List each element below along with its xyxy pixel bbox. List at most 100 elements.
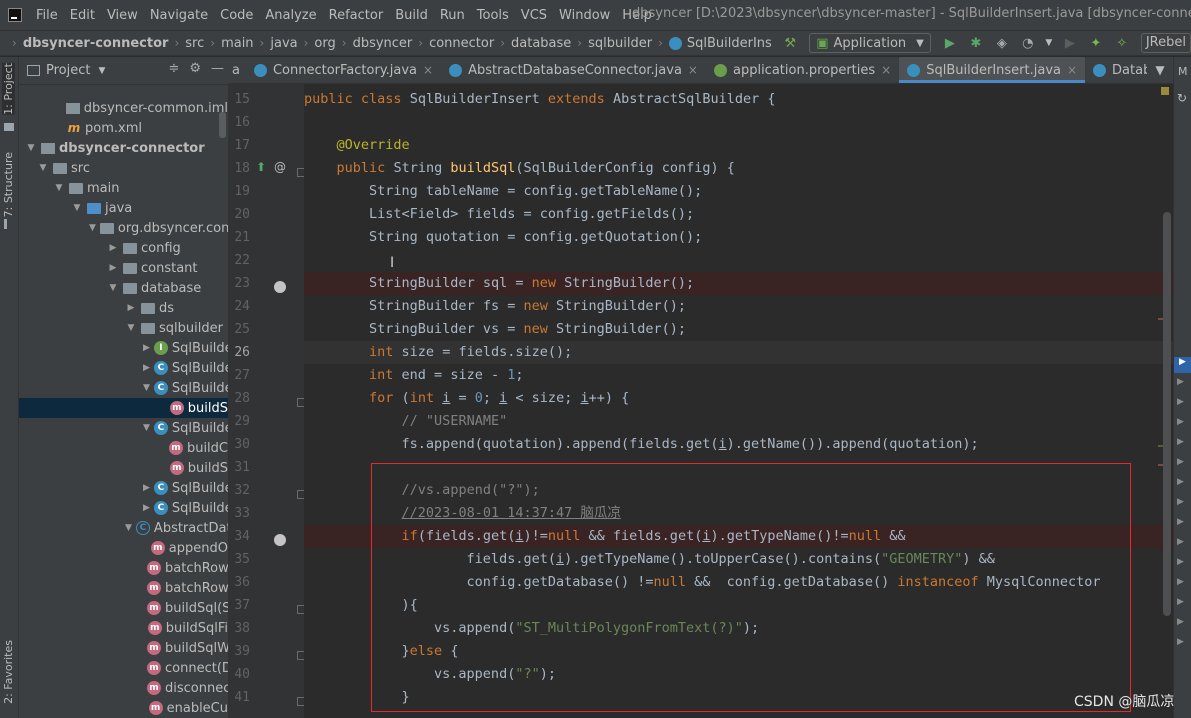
menu-code[interactable]: Code xyxy=(214,8,259,23)
menu-tools[interactable]: Tools xyxy=(471,8,515,23)
project-tree-row[interactable]: ▶ C SqlBuilde xyxy=(19,358,228,378)
project-tool-tab[interactable]: 1: Project xyxy=(2,63,15,115)
menu-file[interactable]: File xyxy=(30,8,64,23)
expand-right-icon[interactable]: ▶ xyxy=(143,503,150,513)
stripe-arrow-icon[interactable]: ▶ xyxy=(1177,537,1184,547)
editor-scrollbar[interactable] xyxy=(1163,212,1171,616)
project-tree-row[interactable]: dbsyncer-common.iml xyxy=(19,98,228,118)
close-icon[interactable]: × xyxy=(423,63,433,77)
breadcrumb-database[interactable]: database xyxy=(511,36,571,51)
refresh-icon[interactable]: ↻ xyxy=(1177,91,1187,105)
project-tree-row[interactable]: ▼ src xyxy=(19,158,228,178)
expand-down-icon[interactable]: ▼ xyxy=(143,383,150,393)
project-tree-row[interactable]: ▼ dbsyncer-connector xyxy=(19,138,228,158)
project-tree-row[interactable]: m enableCu xyxy=(19,698,228,718)
override-marker-icon[interactable]: ⬆ xyxy=(256,160,266,174)
menu-build[interactable]: Build xyxy=(389,8,434,23)
run-icon[interactable]: ▶ xyxy=(939,33,961,53)
breakpoint-icon[interactable] xyxy=(274,534,286,546)
gear-icon[interactable]: ⚙ xyxy=(189,61,201,76)
close-icon[interactable]: × xyxy=(1067,63,1077,77)
project-tree-row[interactable]: ▶ config xyxy=(19,238,228,258)
editor-tab[interactable]: ConnectorFactory.java × xyxy=(246,57,441,83)
jrebel-run-icon[interactable]: ✦ xyxy=(1085,33,1107,53)
hide-icon[interactable]: — xyxy=(211,61,224,76)
breadcrumb-module[interactable]: dbsyncer-connector xyxy=(23,36,169,51)
collapse-all-icon[interactable]: ≑ xyxy=(168,61,179,76)
expand-down-icon[interactable]: ▼ xyxy=(125,323,137,333)
coverage-icon[interactable]: ◈ xyxy=(991,33,1013,53)
chevron-down-icon[interactable]: ▼ xyxy=(1043,33,1055,53)
breadcrumb-main[interactable]: main xyxy=(221,36,253,51)
expand-down-icon[interactable]: ▼ xyxy=(143,423,150,433)
structure-tool-tab[interactable]: 7: Structure xyxy=(2,152,15,217)
build-hammer-icon[interactable]: ⚒ xyxy=(779,33,801,53)
m-icon[interactable]: M xyxy=(1178,65,1188,78)
favorites-tool-tab[interactable]: 2: Favorites xyxy=(2,640,15,704)
project-tree-row[interactable]: ▼ main xyxy=(19,178,228,198)
expand-right-icon[interactable]: ▶ xyxy=(143,363,150,373)
project-tree-row[interactable]: ▼ sqlbuilder xyxy=(19,318,228,338)
breadcrumb-org[interactable]: org xyxy=(314,36,335,51)
stripe-arrow-icon[interactable]: ▶ xyxy=(1177,577,1184,587)
editor-tab[interactable]: AbstractDatabaseConnector.java × xyxy=(441,57,706,83)
project-tree-row[interactable]: m pom.xml xyxy=(19,118,228,138)
menu-refactor[interactable]: Refactor xyxy=(323,8,390,23)
project-tree-row[interactable]: ▶ ds xyxy=(19,298,228,318)
project-tree-row[interactable]: m buildSql(S xyxy=(19,598,228,618)
project-tree-row[interactable]: ▶ I SqlBuilde xyxy=(19,338,228,358)
chevron-down-icon[interactable]: ▼ xyxy=(98,66,105,76)
stripe-arrow-icon[interactable]: ▶ xyxy=(1177,557,1184,567)
stripe-arrow-icon[interactable]: ▶ xyxy=(1177,437,1184,447)
expand-right-icon[interactable]: ▶ xyxy=(143,483,150,493)
expand-down-icon[interactable]: ▼ xyxy=(107,283,119,293)
project-tree-row[interactable]: ▼CAbstractData xyxy=(19,518,228,538)
editor-tab[interactable]: a xyxy=(228,57,246,83)
stripe-arrow-icon[interactable]: ▶ xyxy=(1177,637,1184,647)
expand-right-icon[interactable]: ▶ xyxy=(107,243,119,253)
project-tree-row[interactable]: m buildSqlW xyxy=(19,638,228,658)
project-tree-row[interactable]: m appendO xyxy=(19,538,228,558)
project-tree-row[interactable]: ▶ C SqlBuilde xyxy=(19,498,228,518)
expand-down-icon[interactable]: ▼ xyxy=(89,223,96,233)
project-tree-row[interactable]: ▶ C SqlBuilde xyxy=(19,478,228,498)
breadcrumb-src[interactable]: src xyxy=(185,36,204,51)
stripe-arrow-icon[interactable]: ▶ xyxy=(1177,617,1184,627)
editor-gutter[interactable]: 15 16 17 18 19 20 21 22 23 24 25 26 27 28 29 30 31 32 33 34… xyxy=(228,84,306,718)
project-view-title[interactable]: Project xyxy=(46,63,90,78)
project-tree-row[interactable]: m batchRow xyxy=(19,558,228,578)
stripe-arrow-icon[interactable]: ▶ xyxy=(1177,597,1184,607)
annotation-marker-icon[interactable]: @ xyxy=(274,160,286,174)
menu-run[interactable]: Run xyxy=(434,8,471,23)
close-icon[interactable]: × xyxy=(881,63,891,77)
project-tree-row[interactable]: ▼ C SqlBuilde xyxy=(19,378,228,398)
stripe-arrow-icon[interactable]: ▶ xyxy=(1177,417,1184,427)
stripe-arrow-icon[interactable]: ▶ xyxy=(1177,517,1184,527)
stripe-arrow-icon[interactable]: ▶ xyxy=(1177,397,1184,407)
expand-right-icon[interactable]: ▶ xyxy=(143,343,150,353)
stripe-arrow-icon[interactable]: ▶ xyxy=(1177,477,1184,487)
project-tree-row[interactable]: ▼ database xyxy=(19,278,228,298)
project-tree-row[interactable]: m buildS xyxy=(19,458,228,478)
expand-down-icon[interactable]: ▼ xyxy=(53,183,65,193)
stripe-arrow-icon[interactable]: ▶ xyxy=(1177,457,1184,467)
project-tree-row[interactable]: ▶ constant xyxy=(19,258,228,278)
breadcrumb-dbsyncer[interactable]: dbsyncer xyxy=(353,36,413,51)
menu-vcs[interactable]: VCS xyxy=(515,8,553,23)
stripe-arrow-icon[interactable]: ▶ xyxy=(1177,377,1184,387)
editor-tab[interactable]: SqlBuilderInsert.java × xyxy=(899,57,1086,83)
expand-right-icon[interactable]: ▶ xyxy=(125,303,137,313)
stripe-arrow-icon[interactable]: ▶ xyxy=(1174,357,1191,373)
project-tree-row[interactable]: ▼ org.dbsyncer.conn xyxy=(19,218,228,238)
menu-navigate[interactable]: Navigate xyxy=(144,8,214,23)
project-tree-row[interactable]: m buildSqlFi xyxy=(19,618,228,638)
debug-icon[interactable]: ✱ xyxy=(965,33,987,53)
breakpoint-icon[interactable] xyxy=(274,281,286,293)
jrebel-debug-icon[interactable]: ✧ xyxy=(1111,33,1133,53)
project-tree-row[interactable]: ▼ java xyxy=(19,198,228,218)
project-tree-scrollbar[interactable] xyxy=(219,112,226,138)
editor-tab[interactable]: application.properties × xyxy=(706,57,899,83)
project-tree-row[interactable]: m buildS xyxy=(19,398,228,418)
project-tree-row[interactable]: m batchRow xyxy=(19,578,228,598)
breadcrumb-java[interactable]: java xyxy=(270,36,297,51)
